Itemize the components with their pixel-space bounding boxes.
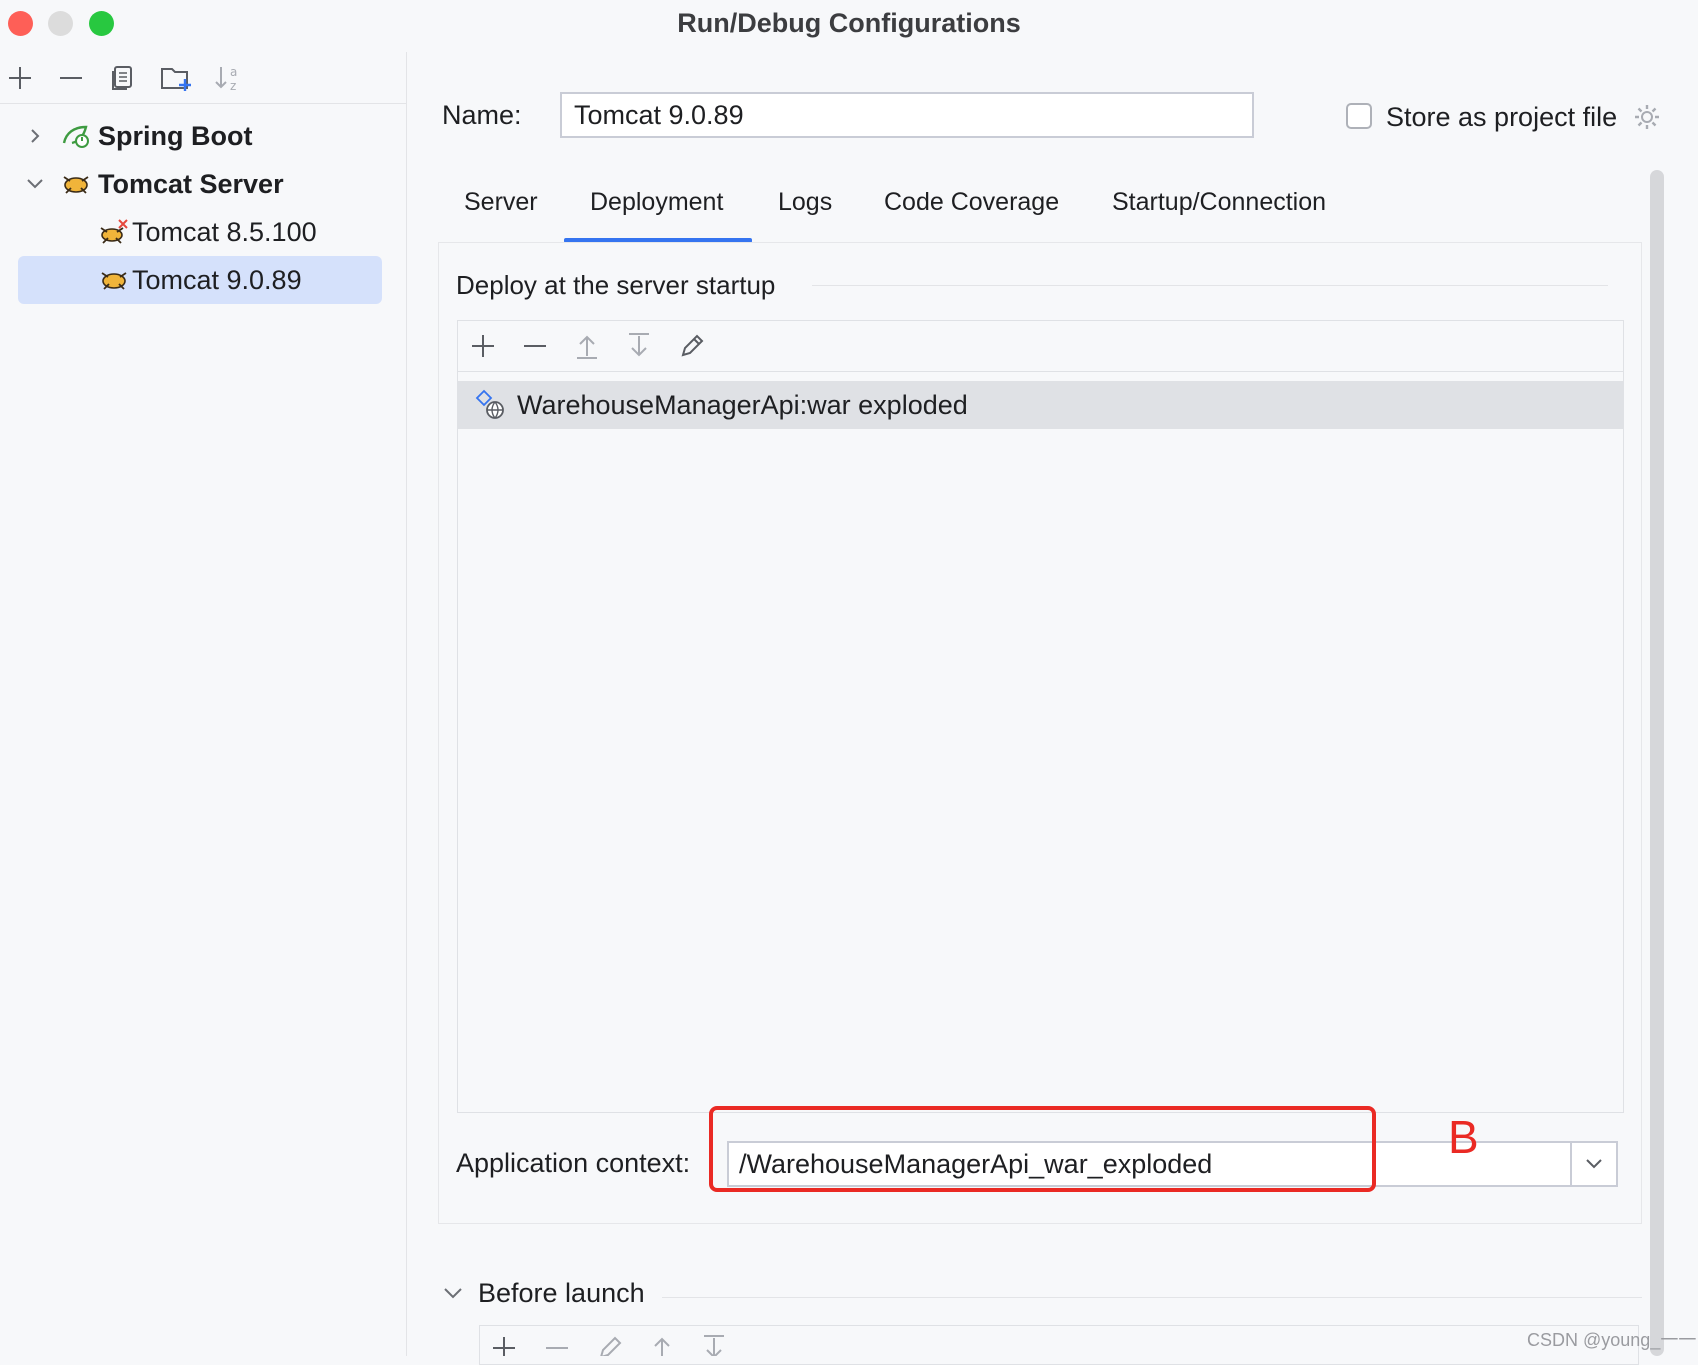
tree-item-tomcat-9-0-89[interactable]: Tomcat 9.0.89 [18,256,382,304]
deployment-list[interactable] [457,320,1624,1113]
remove-icon[interactable] [543,1334,573,1356]
move-down-icon[interactable] [700,1334,730,1356]
tree-item-tomcat-8-5-100[interactable]: Tomcat 8.5.100 [18,208,382,256]
artifact-icon [473,388,507,422]
tab-logs[interactable]: Logs [778,184,832,248]
tree-item-label: Tomcat 8.5.100 [132,216,317,247]
edit-icon[interactable] [674,328,710,364]
chevron-down-icon[interactable] [442,1282,466,1306]
spring-boot-icon [58,121,94,151]
tab-startup-connection[interactable]: Startup/Connection [1112,184,1326,248]
move-up-icon[interactable] [648,1334,678,1356]
svg-text:z: z [230,79,236,93]
gear-icon[interactable] [1632,102,1664,134]
tab-code-coverage[interactable]: Code Coverage [884,184,1059,248]
title-bar: Run/Debug Configurations [0,0,1698,48]
copy-icon[interactable] [105,60,141,96]
tree-item-spring-boot[interactable]: Spring Boot [18,112,382,160]
section-separator [812,285,1608,286]
add-icon[interactable] [465,328,501,364]
tomcat-icon [96,265,132,295]
edit-icon[interactable] [596,1334,626,1356]
before-launch-separator [662,1297,1642,1298]
tomcat-error-icon [96,217,132,247]
section-title: Deploy at the server startup [456,270,776,300]
list-item[interactable]: WarehouseManagerApi:war exploded [458,381,1623,429]
before-launch-title[interactable]: Before launch [478,1278,645,1309]
store-as-project-file-checkbox[interactable] [1346,103,1372,129]
remove-icon[interactable] [53,60,89,96]
name-input[interactable]: Tomcat 9.0.89 [560,92,1254,138]
annotation-label: B [1448,1111,1479,1163]
chevron-down-icon[interactable] [1570,1143,1616,1185]
add-icon[interactable] [2,60,38,96]
move-up-icon[interactable] [569,328,605,364]
annotation-highlight-box [709,1106,1376,1192]
watermark: CSDN @young_一一 [1527,1330,1697,1350]
svg-text:a: a [230,65,237,79]
chevron-right-icon[interactable] [18,119,52,153]
application-context-label: Application context: [456,1148,691,1178]
new-folder-icon[interactable] [158,60,194,96]
left-toolbar-divider [0,103,406,104]
move-down-icon[interactable] [621,328,657,364]
panel-divider[interactable] [406,52,407,1356]
vertical-scrollbar[interactable] [1650,170,1664,1356]
chevron-down-icon[interactable] [18,167,52,201]
remove-icon[interactable] [517,328,553,364]
tab-server[interactable]: Server [464,184,538,248]
artifact-label: WarehouseManagerApi:war exploded [517,389,968,420]
sort-az-icon[interactable]: az [210,60,246,96]
tree-item-label: Tomcat Server [98,168,284,199]
tree-item-tomcat-server[interactable]: Tomcat Server [18,160,382,208]
tree-item-label: Spring Boot [98,120,253,151]
tree-item-label: Tomcat 9.0.89 [132,264,302,295]
name-input-value: Tomcat 9.0.89 [574,99,744,130]
window-title: Run/Debug Configurations [677,8,1021,38]
store-as-project-file-label[interactable]: Store as project file [1386,102,1617,133]
tomcat-icon [58,169,94,199]
add-icon[interactable] [490,1334,520,1356]
name-label: Name: [442,100,522,130]
